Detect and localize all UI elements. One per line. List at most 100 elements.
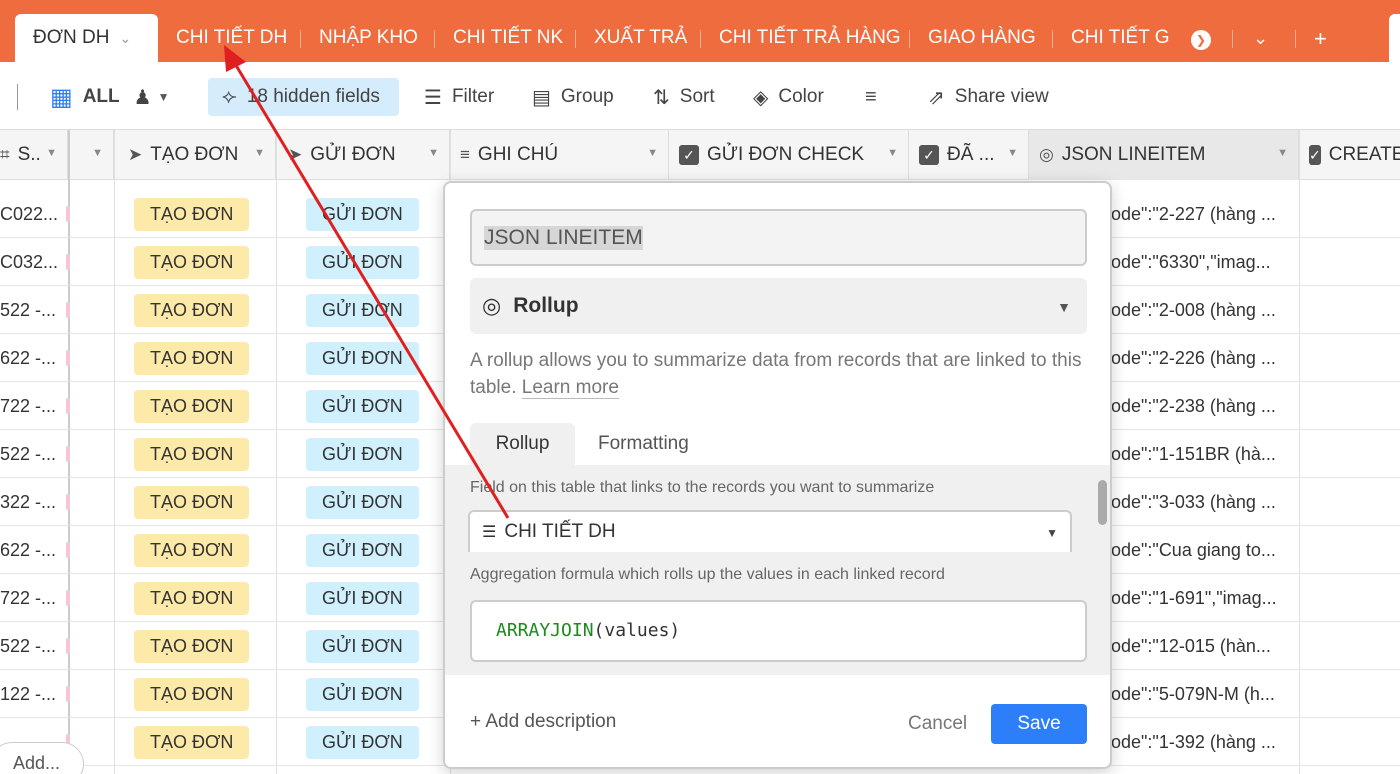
tao-don-button[interactable]: TẠO ĐƠN — [134, 533, 250, 567]
cell-json-lineitem[interactable]: ode":"1-392 (hàng ... — [1111, 718, 1297, 766]
column-header-create[interactable]: ✓ CREATE — [1299, 130, 1400, 180]
cell-tao-don[interactable]: TẠO ĐƠN — [134, 286, 274, 334]
cell-gui-don[interactable]: GỬI ĐƠN — [306, 190, 446, 238]
column-header-gui-don-check[interactable]: ✓ GỬI ĐƠN CHECK ▼ — [669, 130, 909, 180]
cell-gui-don[interactable]: GỬI ĐƠN — [306, 382, 446, 430]
cell-json-lineitem[interactable]: ode":"2-226 (hàng ... — [1111, 334, 1297, 382]
caret-down-icon[interactable]: ▼ — [158, 90, 170, 104]
gui-don-button[interactable]: GỬI ĐƠN — [306, 197, 419, 231]
cell-first[interactable]: C022... — [0, 190, 64, 238]
gui-don-button[interactable]: GỬI ĐƠN — [306, 581, 419, 615]
field-name-input[interactable]: JSON LINEITEM — [470, 209, 1087, 266]
cell-tao-don[interactable]: TẠO ĐƠN — [134, 574, 274, 622]
view-switcher[interactable]: ▦ ALL ♟ ▼ — [50, 78, 169, 116]
cell-tao-don[interactable]: TẠO ĐƠN — [134, 334, 274, 382]
column-header-tao-don[interactable]: ➤ TẠO ĐƠN ▼ — [114, 130, 276, 180]
gui-don-button[interactable]: GỬI ĐƠN — [306, 437, 419, 471]
column-header-gui-don[interactable]: ➤ GỬI ĐƠN ▼ — [276, 130, 450, 180]
cell-json-lineitem[interactable]: ode":"12-015 (hàn... — [1111, 622, 1297, 670]
column-header-collapsed[interactable]: ▼ — [68, 130, 114, 180]
cell-first[interactable]: 522 -... — [0, 622, 64, 670]
link-field-select[interactable]: ☰ CHI TIẾT DH ▼ — [468, 510, 1072, 552]
tab-chi-tiet-dh[interactable]: CHI TIẾT DH — [176, 14, 287, 62]
cell-tao-don[interactable]: TẠO ĐƠN — [134, 238, 274, 286]
caret-down-icon[interactable]: ▼ — [254, 147, 265, 159]
caret-down-icon[interactable]: ▼ — [647, 147, 658, 159]
cell-first[interactable]: 722 -... — [0, 574, 64, 622]
tab-formatting[interactable]: Formatting — [598, 423, 689, 465]
gui-don-button[interactable]: GỬI ĐƠN — [306, 389, 419, 423]
group-button[interactable]: ▤ Group — [532, 78, 614, 116]
tab-rollup[interactable]: Rollup — [470, 423, 575, 465]
caret-down-icon[interactable]: ▼ — [1277, 147, 1288, 159]
cell-tao-don[interactable]: TẠO ĐƠN — [134, 478, 274, 526]
column-header-da[interactable]: ✓ ĐÃ ... ▼ — [909, 130, 1029, 180]
chevron-down-icon[interactable]: ⌄ — [119, 30, 131, 47]
tab-xuat-tra[interactable]: XUẤT TRẢ — [594, 14, 687, 62]
cell-tao-don[interactable]: TẠO ĐƠN — [134, 670, 274, 718]
cancel-button[interactable]: Cancel — [908, 713, 967, 735]
cell-first[interactable]: 722 -... — [0, 382, 64, 430]
gui-don-button[interactable]: GỬI ĐƠN — [306, 533, 419, 567]
cell-tao-don[interactable]: TẠO ĐƠN — [134, 382, 274, 430]
tab-chi-tiet-tra-hang[interactable]: CHI TIẾT TRẢ HÀNG — [719, 14, 901, 62]
caret-down-icon[interactable]: ▼ — [428, 147, 439, 159]
tao-don-button[interactable]: TẠO ĐƠN — [134, 197, 250, 231]
cell-gui-don[interactable]: GỬI ĐƠN — [306, 622, 446, 670]
cell-gui-don[interactable]: GỬI ĐƠN — [306, 478, 446, 526]
tao-don-button[interactable]: TẠO ĐƠN — [134, 629, 250, 663]
share-view-button[interactable]: ⇗ Share view — [928, 78, 1049, 116]
chevron-down-icon[interactable]: ⌄ — [1253, 28, 1268, 49]
cell-json-lineitem[interactable]: ode":"1-151BR (hà... — [1111, 430, 1297, 478]
cell-first[interactable]: C032... — [0, 238, 64, 286]
cell-first[interactable]: 322 -... — [0, 478, 64, 526]
cell-json-lineitem[interactable]: ode":"1-691","imag... — [1111, 574, 1297, 622]
gui-don-button[interactable]: GỬI ĐƠN — [306, 341, 419, 375]
tao-don-button[interactable]: TẠO ĐƠN — [134, 725, 250, 759]
aggregation-formula-input[interactable]: ARRAYJOIN(values) — [470, 600, 1087, 662]
tab-chi-tiet-giao[interactable]: CHI TIẾT GI — [1071, 14, 1171, 62]
cell-gui-don[interactable]: GỬI ĐƠN — [306, 334, 446, 382]
sort-button[interactable]: ⇅ Sort — [653, 78, 715, 116]
gui-don-button[interactable]: GỬI ĐƠN — [306, 677, 419, 711]
cell-json-lineitem[interactable]: ode":"2-008 (hàng ... — [1111, 286, 1297, 334]
cell-gui-don[interactable]: GỬI ĐƠN — [306, 430, 446, 478]
tab-don-dh[interactable]: ĐƠN DH ⌄ — [15, 14, 158, 62]
cell-json-lineitem[interactable]: ode":"2-227 (hàng ... — [1111, 190, 1297, 238]
cell-gui-don[interactable]: GỬI ĐƠN — [306, 574, 446, 622]
tao-don-button[interactable]: TẠO ĐƠN — [134, 581, 250, 615]
caret-down-icon[interactable]: ▼ — [92, 147, 103, 159]
column-header-ghi-chu[interactable]: ≡ GHI CHÚ ▼ — [450, 130, 669, 180]
gui-don-button[interactable]: GỬI ĐƠN — [306, 629, 419, 663]
tab-giao-hang[interactable]: GIAO HÀNG — [928, 14, 1036, 62]
gui-don-button[interactable]: GỬI ĐƠN — [306, 485, 419, 519]
cell-json-lineitem[interactable]: ode":"2-238 (hàng ... — [1111, 382, 1297, 430]
cell-gui-don[interactable]: GỬI ĐƠN — [306, 718, 446, 766]
cell-first[interactable]: 622 -... — [0, 334, 64, 382]
learn-more-link[interactable]: Learn more — [521, 377, 619, 399]
cell-gui-don[interactable]: GỬI ĐƠN — [306, 238, 446, 286]
gui-don-button[interactable]: GỬI ĐƠN — [306, 293, 419, 327]
add-record-button[interactable]: Add... — [0, 742, 84, 774]
cell-tao-don[interactable]: TẠO ĐƠN — [134, 622, 274, 670]
cell-tao-don[interactable]: TẠO ĐƠN — [134, 430, 274, 478]
tao-don-button[interactable]: TẠO ĐƠN — [134, 245, 250, 279]
cell-tao-don[interactable]: TẠO ĐƠN — [134, 526, 274, 574]
gui-don-button[interactable]: GỬI ĐƠN — [306, 245, 419, 279]
cell-first[interactable]: 522 -... — [0, 430, 64, 478]
gui-don-button[interactable]: GỬI ĐƠN — [306, 725, 419, 759]
column-header-s[interactable]: ⌗ S.. ▼ — [0, 130, 68, 180]
column-header-json-lineitem[interactable]: ◎ JSON LINEITEM ▼ — [1029, 130, 1299, 180]
field-type-select[interactable]: ◎ Rollup ▼ — [470, 278, 1087, 334]
hide-fields-button[interactable]: ⟣ 18 hidden fields — [208, 78, 399, 116]
tao-don-button[interactable]: TẠO ĐƠN — [134, 341, 250, 375]
tab-nhap-kho[interactable]: NHẬP KHO — [319, 14, 418, 62]
cell-first[interactable]: 122 -... — [0, 670, 64, 718]
scroll-tabs-icon[interactable]: ❯ — [1191, 30, 1211, 50]
add-table-icon[interactable]: + — [1314, 26, 1327, 52]
cell-tao-don[interactable]: TẠO ĐƠN — [134, 718, 274, 766]
tab-chi-tiet-nk[interactable]: CHI TIẾT NK — [453, 14, 563, 62]
cell-first[interactable]: 522 -... — [0, 286, 64, 334]
filter-button[interactable]: ☰ Filter — [424, 78, 494, 116]
caret-down-icon[interactable]: ▼ — [46, 147, 57, 159]
